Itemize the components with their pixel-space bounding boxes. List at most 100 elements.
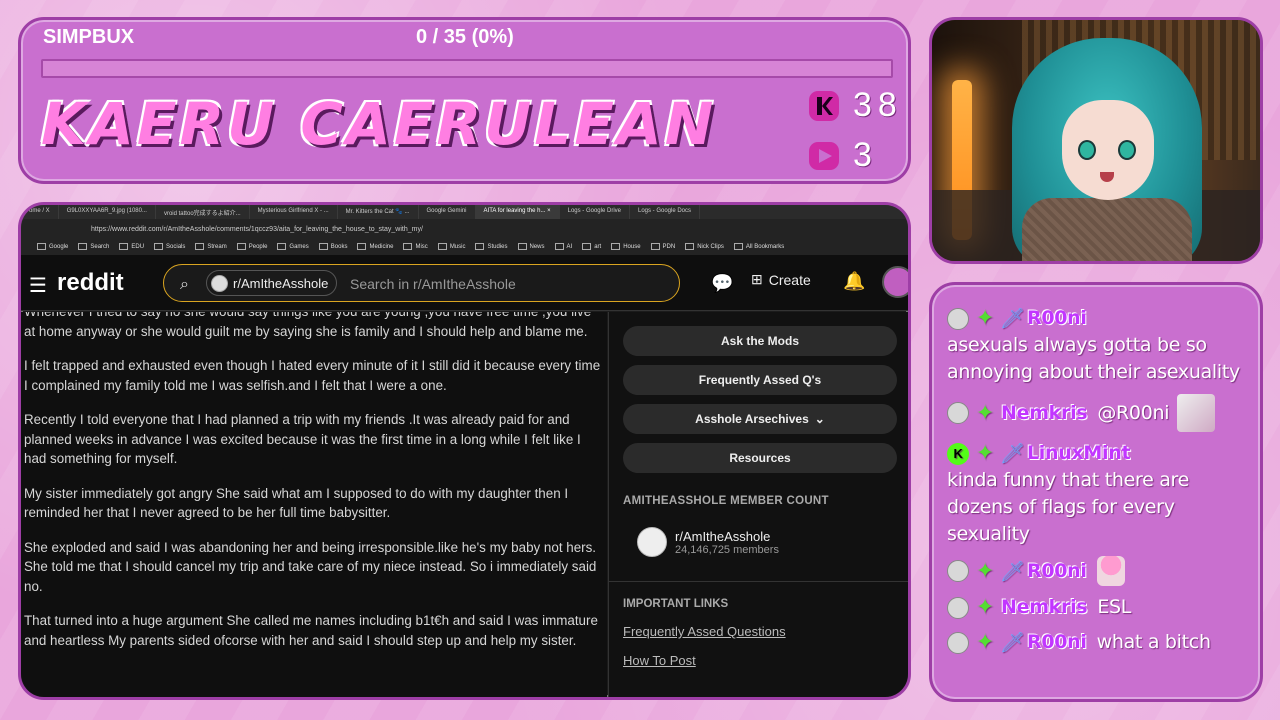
browser-tab[interactable]: G9L0XXYAA6R_9.jpg (1080... (59, 205, 156, 219)
reddit-header: ☰ reddit ⌕ r/AmItheAsshole Search in r/A… (21, 255, 908, 311)
chat-message: ✦ Nemkris ESL (947, 594, 1248, 621)
subreddit-avatar (637, 527, 667, 557)
subreddit-sidebar: Ask the Mods Frequently Assed Q's Asshol… (608, 312, 908, 697)
bookmark-folder[interactable]: PDN (651, 243, 676, 251)
subreddit-avatar (211, 274, 228, 292)
browser-tab[interactable]: ome / X (21, 205, 59, 219)
bookmark-folder[interactable]: Books (319, 243, 348, 251)
bookmarks-bar: Google Search EDU Socials Stream People … (21, 239, 908, 255)
kick-follower-count: 38 (853, 86, 903, 124)
avatar-mouth (1100, 172, 1114, 182)
user-avatar-badge (947, 631, 969, 654)
post-paragraph: Whenever I tried to say no she would say… (24, 312, 591, 339)
bookmark-folder[interactable]: People (237, 243, 268, 251)
ask-mods-button[interactable]: Ask the Mods (623, 326, 897, 356)
chat-text: asexuals always gotta be so annoying abo… (947, 334, 1240, 383)
play-icon (807, 139, 841, 173)
bell-icon[interactable]: 🔔 (843, 271, 865, 292)
search-input[interactable]: ⌕ r/AmItheAsshole Search in r/AmItheAssh… (163, 264, 680, 302)
bookmark-folder[interactable]: All Bookmarks (734, 243, 784, 251)
browser-tab[interactable]: Mysterious Girlfriend X - ... (250, 205, 338, 219)
subreddit-chip-label: r/AmItheAsshole (233, 275, 329, 291)
browser-tab[interactable]: Mr. Kitters the Cat 🐾 ... (338, 205, 419, 219)
member-count: 24,146,725 members (675, 543, 779, 556)
bookmark-folder[interactable]: House (611, 243, 640, 251)
star-badge-icon: ✦ (975, 400, 995, 426)
how-to-post-link[interactable]: How To Post (623, 653, 900, 668)
twitch-follower-count: 3 (853, 136, 878, 174)
chat-message: K ✦ 🗡 LinuxMint kinda funny that there a… (947, 440, 1248, 548)
faq-button[interactable]: Frequently Assed Q's (623, 365, 897, 395)
bookmark-folder[interactable]: Misc (403, 243, 427, 251)
twitch-follower-stat: 3 (807, 136, 878, 175)
chat-message: ✦ 🗡 R00ni asexuals always gotta be so an… (947, 305, 1248, 386)
star-badge-icon: ✦ (975, 630, 995, 655)
user-avatar-badge (947, 596, 969, 619)
browser-tab[interactable]: Google Gemini (419, 205, 476, 219)
address-bar[interactable]: https://www.reddit.com/r/AmItheAsshole/c… (21, 219, 908, 239)
browser-tab[interactable]: Logs - Google Docs (630, 205, 701, 219)
bookmark-folder[interactable]: Stream (195, 243, 226, 251)
sidebar-divider (609, 581, 908, 582)
bookmark-folder[interactable]: News (518, 243, 545, 251)
browser-tab-active[interactable]: AITA for leaving the h... × (475, 205, 560, 219)
browser-capture-panel: ome / X G9L0XXYAA6R_9.jpg (1080... vroid… (18, 202, 911, 700)
user-avatar-badge (947, 307, 969, 330)
bookmark-folder[interactable]: art (582, 243, 601, 251)
bookmark-folder[interactable]: Google (37, 243, 68, 251)
chat-username: R00ni (1027, 631, 1087, 653)
user-avatar[interactable] (882, 266, 908, 298)
star-badge-icon: ✦ (975, 558, 995, 584)
kick-icon (807, 89, 841, 123)
archives-label: Asshole Arsechives (695, 412, 809, 426)
reddit-logo[interactable]: reddit (57, 269, 124, 297)
member-count-heading: AMITHEASSHOLE MEMBER COUNT (623, 495, 829, 507)
bookmark-folder[interactable]: Socials (154, 243, 185, 251)
chat-text: ESL (1097, 596, 1132, 618)
simpbux-label: SIMPBUX (43, 26, 135, 48)
member-count-row[interactable]: r/AmItheAsshole 24,146,725 members (637, 527, 900, 557)
stream-header-panel: SIMPBUX 0 / 35 (0%) KAERU CAERULEAN 38 3 (18, 17, 911, 184)
subreddit-search-chip[interactable]: r/AmItheAsshole (206, 270, 338, 296)
chat-message: ✦ Nemkris @R00ni (947, 394, 1248, 432)
chat-message: ✦ 🗡 R00ni (947, 556, 1248, 586)
member-subreddit-name: r/AmItheAsshole (675, 528, 771, 544)
kick-follower-stat: 38 (807, 86, 903, 125)
avatar-eye-right (1118, 140, 1136, 160)
resources-button[interactable]: Resources (623, 443, 897, 473)
post-paragraph: She exploded and said I was abandoning h… (24, 539, 597, 594)
chat-text: what a bitch (1096, 631, 1211, 653)
bookmark-folder[interactable]: Studies (475, 243, 507, 251)
user-avatar-badge (947, 402, 969, 424)
browser-tab[interactable]: Logs - Google Drive (560, 205, 630, 219)
chat-username: LinuxMint (1027, 442, 1131, 464)
avatar-eye-left (1078, 140, 1096, 160)
vtuber-avatar-sweater (1022, 198, 1192, 261)
chat-panel: ✦ 🗡 R00ni asexuals always gotta be so an… (929, 282, 1263, 702)
chat-username: R00ni (1027, 559, 1087, 582)
bookmark-folder[interactable]: Nick Clips (685, 243, 724, 251)
faq-link[interactable]: Frequently Assed Questions (623, 624, 900, 639)
bookmark-folder[interactable]: AI (555, 243, 573, 251)
search-placeholder: Search in r/AmItheAsshole (350, 276, 516, 292)
star-badge-icon: ✦ (975, 441, 995, 466)
archives-button[interactable]: Asshole Arsechives ⌄ (623, 404, 897, 434)
important-links-heading: IMPORTANT LINKS (623, 598, 729, 610)
bookmark-folder[interactable]: Search (78, 243, 109, 251)
chat-message: ✦ 🗡 R00ni what a bitch (947, 629, 1248, 656)
hamburger-menu-icon[interactable]: ☰ (29, 273, 47, 297)
bookmark-folder[interactable]: Medicine (357, 243, 393, 251)
reddit-wordmark: reddit (57, 269, 124, 296)
bookmark-folder[interactable]: EDU (119, 243, 144, 251)
sword-badge-icon: 🗡 (999, 630, 1025, 654)
bookmark-folder[interactable]: Games (277, 243, 308, 251)
post-paragraph: I felt trapped and exhausted even though… (24, 358, 601, 393)
chat-text: kinda funny that there are dozens of fla… (947, 469, 1190, 545)
chat-text: @R00ni (1097, 401, 1170, 424)
plus-icon: ⊞ (751, 271, 763, 287)
create-button[interactable]: ⊞ Create (751, 271, 811, 288)
bookmark-folder[interactable]: Music (438, 243, 466, 251)
chat-bubble-icon[interactable]: 💬 (711, 273, 733, 294)
browser-tab[interactable]: vroid tattoo完成するよ紹介... (156, 205, 250, 219)
sword-badge-icon: 🗡 (999, 441, 1025, 465)
